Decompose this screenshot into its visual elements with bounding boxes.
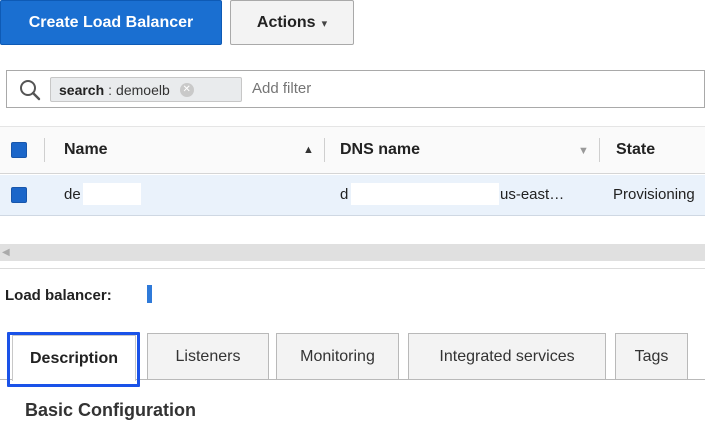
tab-listeners-label: Listeners — [175, 347, 241, 365]
search-icon[interactable] — [19, 79, 41, 101]
chevron-down-icon: ▾ — [321, 18, 328, 30]
load-balancer-name-marker — [147, 285, 152, 303]
sort-descending-icon[interactable]: ▼ — [578, 145, 589, 157]
focus-highlight — [7, 332, 140, 387]
tab-monitoring-label: Monitoring — [300, 347, 375, 365]
row-state: Provisioning — [613, 186, 695, 203]
pane-divider[interactable] — [0, 268, 705, 269]
tab-tags-label: Tags — [634, 347, 669, 365]
column-separator — [324, 138, 325, 162]
filter-token[interactable]: search : demoelb ✕ — [50, 77, 242, 102]
tab-integrated-services[interactable]: Integrated services — [408, 333, 606, 379]
load-balancer-label: Load balancer: — [5, 287, 112, 304]
row-dns-prefix: d — [340, 186, 349, 203]
create-load-balancer-button[interactable]: Create Load Balancer — [0, 0, 222, 45]
remove-filter-icon[interactable]: ✕ — [179, 82, 194, 97]
section-title: Basic Configuration — [25, 400, 197, 420]
row-name: de — [64, 186, 81, 203]
horizontal-scrollbar[interactable]: ◀ — [0, 244, 705, 261]
actions-button[interactable]: Actions ▾ — [230, 0, 354, 45]
table-row[interactable]: de d us-east… Provisioning — [0, 175, 705, 216]
column-separator — [599, 138, 600, 162]
redacted-dns — [351, 183, 499, 205]
column-header-dns[interactable]: DNS name — [340, 141, 420, 159]
tab-integrated-services-label: Integrated services — [439, 347, 575, 365]
column-header-name[interactable]: Name — [64, 141, 108, 159]
tab-listeners[interactable]: Listeners — [147, 333, 269, 379]
row-dns-suffix: us-east… — [500, 186, 565, 203]
tab-monitoring[interactable]: Monitoring — [276, 333, 399, 379]
filter-bar: search : demoelb ✕ — [6, 70, 705, 108]
filter-token-value: demoelb — [116, 81, 170, 98]
filter-token-separator: : — [108, 81, 113, 98]
tab-tags[interactable]: Tags — [615, 333, 688, 379]
add-filter-input[interactable] — [252, 80, 451, 97]
filter-token-key: search — [59, 81, 105, 98]
scroll-left-icon[interactable]: ◀ — [2, 244, 10, 261]
table-header: Name ▲ DNS name ▼ State — [0, 126, 705, 174]
sort-ascending-icon[interactable]: ▲ — [303, 144, 314, 156]
create-load-balancer-label: Create Load Balancer — [28, 13, 194, 31]
column-separator — [44, 138, 45, 162]
select-all-checkbox[interactable] — [11, 142, 27, 158]
actions-label: Actions — [256, 13, 316, 31]
redacted-name — [83, 183, 141, 205]
column-header-state[interactable]: State — [616, 141, 655, 159]
row-checkbox[interactable] — [11, 187, 27, 203]
